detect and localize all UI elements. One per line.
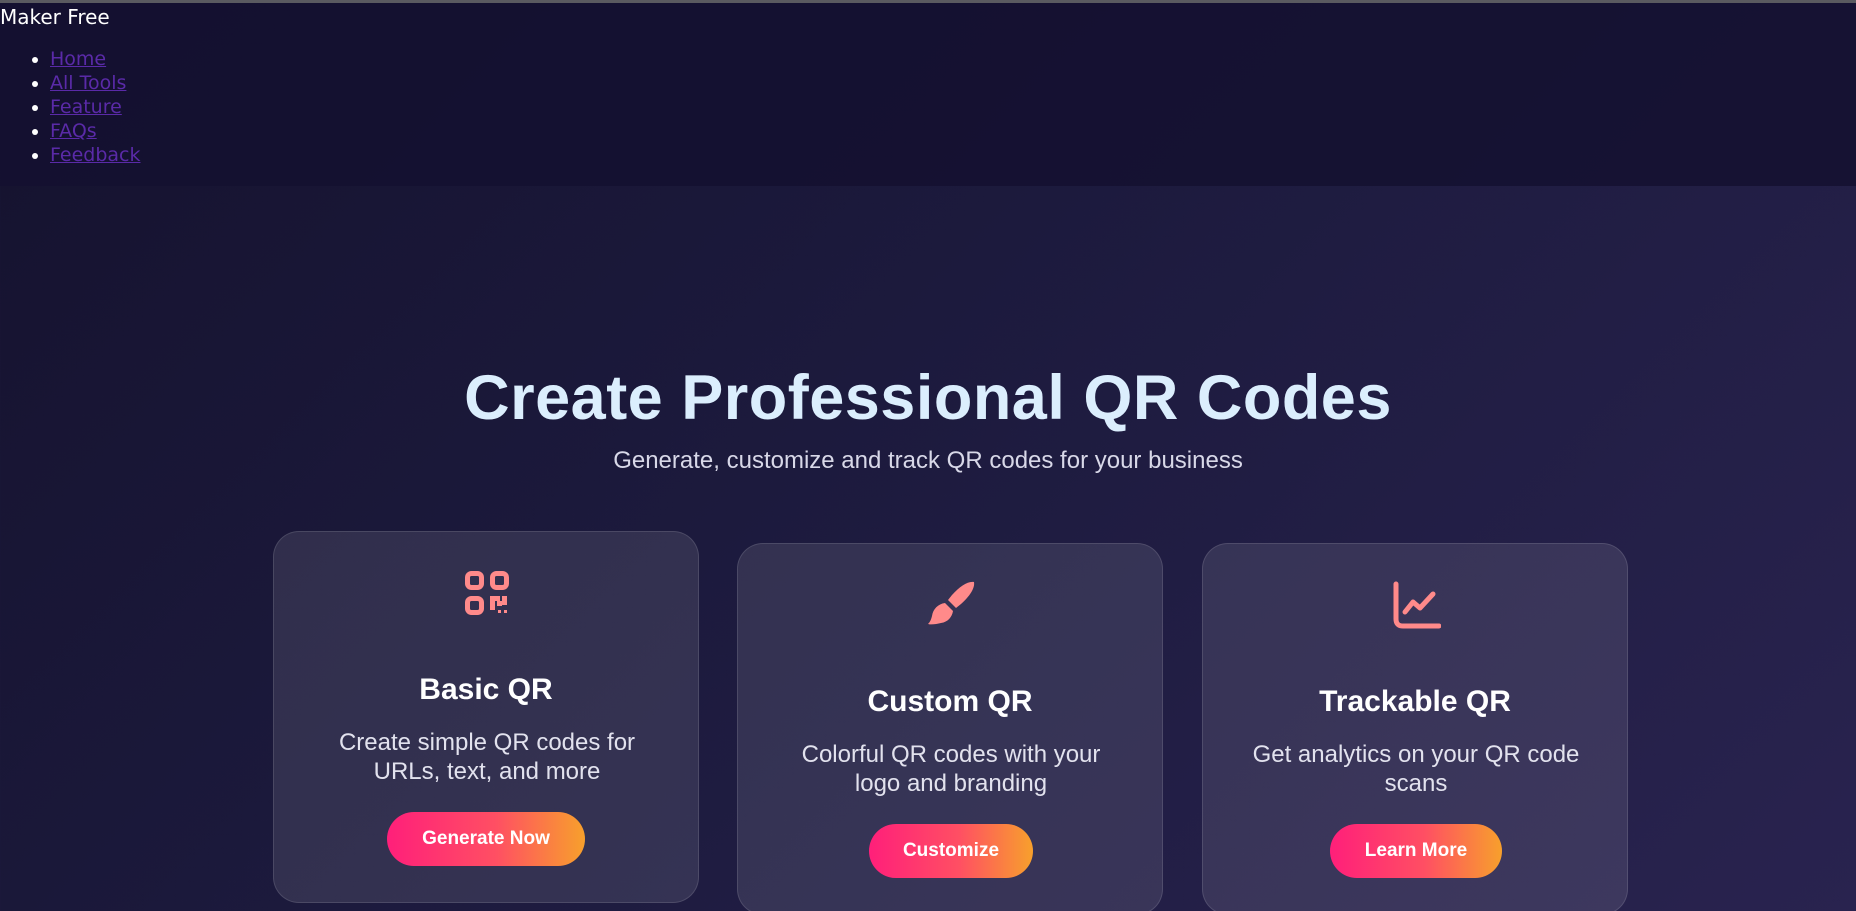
site-header: Maker Free Home All Tools Feature FAQs F… [0, 3, 1856, 186]
nav-item-home: Home [50, 47, 140, 71]
card-title: Trackable QR [1319, 685, 1511, 718]
hero-title: Create Professional QR Codes [464, 363, 1392, 433]
customize-button[interactable]: Customize [869, 824, 1033, 878]
chart-line-icon [1391, 580, 1442, 630]
card-title: Basic QR [419, 673, 553, 706]
generate-now-button[interactable]: Generate Now [387, 812, 585, 866]
card-title: Custom QR [867, 685, 1033, 718]
card-trackable-qr: Trackable QR Get analytics on your QR co… [1202, 543, 1628, 911]
card-description: Create simple QR codes for URLs, text, a… [338, 729, 636, 785]
nav-link-all-tools[interactable]: All Tools [50, 72, 126, 94]
paintbrush-icon [926, 580, 976, 630]
card-custom-qr: Custom QR Colorful QR codes with your lo… [737, 543, 1163, 911]
learn-more-button[interactable]: Learn More [1330, 824, 1502, 878]
card-description: Colorful QR codes with your logo and bra… [801, 741, 1101, 797]
nav-item-feature: Feature [50, 95, 140, 119]
nav-item-faqs: FAQs [50, 119, 140, 143]
nav-link-home[interactable]: Home [50, 48, 106, 70]
card-description: Get analytics on your QR code scans [1252, 741, 1580, 797]
nav-item-feedback: Feedback [50, 143, 140, 167]
hero-subtitle: Generate, customize and track QR codes f… [613, 447, 1243, 474]
nav-link-feedback[interactable]: Feedback [50, 144, 140, 166]
nav-link-feature[interactable]: Feature [50, 96, 122, 118]
qrcode-icon [462, 568, 512, 618]
nav-menu: Home All Tools Feature FAQs Feedback [0, 47, 140, 167]
card-basic-qr: Basic QR Create simple QR codes for URLs… [273, 531, 699, 903]
nav-link-faqs[interactable]: FAQs [50, 120, 97, 142]
hero-section: Create Professional QR Codes Generate, c… [0, 360, 1856, 476]
brand-name: Maker Free [0, 5, 110, 29]
nav-item-all-tools: All Tools [50, 71, 140, 95]
